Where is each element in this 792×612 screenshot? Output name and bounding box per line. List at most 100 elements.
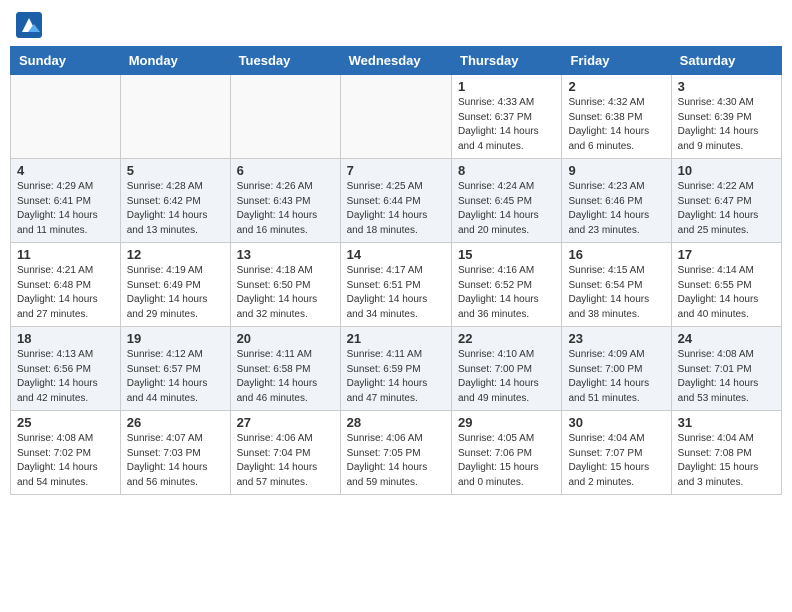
calendar-day-cell: 2 Sunrise: 4:32 AM Sunset: 6:38 PM Daylig…	[562, 75, 671, 159]
calendar-day-cell: 25 Sunrise: 4:08 AM Sunset: 7:02 PM Dayli…	[11, 411, 121, 495]
calendar-day-cell: 10Sunrise: 4:22 AM Sunset: 6:47 PM Dayli…	[671, 159, 781, 243]
day-info: Sunrise: 4:33 AM Sunset: 6:37 PM Dayligh…	[458, 96, 555, 154]
calendar-day-cell: 20Sunrise: 4:11 AM Sunset: 6:58 PM Dayli…	[230, 327, 340, 411]
calendar-day-cell	[120, 75, 230, 159]
weekday-header-thursday: Thursday	[452, 47, 562, 75]
day-number: 2	[568, 79, 664, 94]
day-number: 27	[237, 415, 334, 430]
calendar-day-cell: 3 Sunrise: 4:30 AM Sunset: 6:39 PM Daylig…	[671, 75, 781, 159]
calendar-day-cell: 9Sunrise: 4:23 AM Sunset: 6:46 PM Daylig…	[562, 159, 671, 243]
day-info: Sunrise: 4:30 AM Sunset: 6:39 PM Dayligh…	[678, 96, 775, 154]
day-number: 29	[458, 415, 555, 430]
day-info: Sunrise: 4:19 AM Sunset: 6:49 PM Dayligh…	[127, 264, 224, 322]
calendar-day-cell: 24 Sunrise: 4:08 AM Sunset: 7:01 PM Dayli…	[671, 327, 781, 411]
weekday-header-saturday: Saturday	[671, 47, 781, 75]
day-info: Sunrise: 4:24 AM Sunset: 6:45 PM Dayligh…	[458, 180, 555, 238]
calendar-day-cell: 22 Sunrise: 4:10 AM Sunset: 7:00 PM Dayli…	[452, 327, 562, 411]
day-info: Sunrise: 4:06 AM Sunset: 7:04 PM Dayligh…	[237, 432, 334, 490]
day-info: Sunrise: 4:11 AM Sunset: 6:59 PM Dayligh…	[347, 348, 445, 406]
day-info: Sunrise: 4:09 AM Sunset: 7:00 PM Dayligh…	[568, 348, 664, 406]
day-info: Sunrise: 4:06 AM Sunset: 7:05 PM Dayligh…	[347, 432, 445, 490]
day-number: 23	[568, 331, 664, 346]
day-number: 5	[127, 163, 224, 178]
day-number: 30	[568, 415, 664, 430]
calendar-day-cell: 27 Sunrise: 4:06 AM Sunset: 7:04 PM Dayli…	[230, 411, 340, 495]
day-info: Sunrise: 4:08 AM Sunset: 7:01 PM Dayligh…	[678, 348, 775, 406]
weekday-header-tuesday: Tuesday	[230, 47, 340, 75]
calendar-day-cell: 15Sunrise: 4:16 AM Sunset: 6:52 PM Dayli…	[452, 243, 562, 327]
calendar-day-cell: 8 Sunrise: 4:24 AM Sunset: 6:45 PM Daylig…	[452, 159, 562, 243]
day-info: Sunrise: 4:32 AM Sunset: 6:38 PM Dayligh…	[568, 96, 664, 154]
day-info: Sunrise: 4:22 AM Sunset: 6:47 PM Dayligh…	[678, 180, 775, 238]
calendar-day-cell: 1Sunrise: 4:33 AM Sunset: 6:37 PM Daylig…	[452, 75, 562, 159]
calendar-day-cell: 6Sunrise: 4:26 AM Sunset: 6:43 PM Daylig…	[230, 159, 340, 243]
logo	[14, 10, 48, 40]
calendar-day-cell: 14 Sunrise: 4:17 AM Sunset: 6:51 PM Dayli…	[340, 243, 451, 327]
day-number: 22	[458, 331, 555, 346]
calendar-day-cell: 29 Sunrise: 4:05 AM Sunset: 7:06 PM Dayli…	[452, 411, 562, 495]
day-info: Sunrise: 4:10 AM Sunset: 7:00 PM Dayligh…	[458, 348, 555, 406]
calendar-week-row: 11 Sunrise: 4:21 AM Sunset: 6:48 PM Dayli…	[11, 243, 782, 327]
day-number: 4	[17, 163, 114, 178]
day-info: Sunrise: 4:29 AM Sunset: 6:41 PM Dayligh…	[17, 180, 114, 238]
calendar-day-cell: 11 Sunrise: 4:21 AM Sunset: 6:48 PM Dayli…	[11, 243, 121, 327]
day-number: 15	[458, 247, 555, 262]
day-number: 12	[127, 247, 224, 262]
calendar-week-row: 1Sunrise: 4:33 AM Sunset: 6:37 PM Daylig…	[11, 75, 782, 159]
calendar-week-row: 4 Sunrise: 4:29 AM Sunset: 6:41 PM Daylig…	[11, 159, 782, 243]
day-number: 9	[568, 163, 664, 178]
calendar-day-cell: 28Sunrise: 4:06 AM Sunset: 7:05 PM Dayli…	[340, 411, 451, 495]
calendar-day-cell: 26 Sunrise: 4:07 AM Sunset: 7:03 PM Dayli…	[120, 411, 230, 495]
calendar-day-cell: 31 Sunrise: 4:04 AM Sunset: 7:08 PM Dayli…	[671, 411, 781, 495]
weekday-header-row: SundayMondayTuesdayWednesdayThursdayFrid…	[11, 47, 782, 75]
day-info: Sunrise: 4:18 AM Sunset: 6:50 PM Dayligh…	[237, 264, 334, 322]
day-number: 26	[127, 415, 224, 430]
day-info: Sunrise: 4:13 AM Sunset: 6:56 PM Dayligh…	[17, 348, 114, 406]
calendar-day-cell: 4 Sunrise: 4:29 AM Sunset: 6:41 PM Daylig…	[11, 159, 121, 243]
calendar-day-cell: 7Sunrise: 4:25 AM Sunset: 6:44 PM Daylig…	[340, 159, 451, 243]
calendar-day-cell: 16 Sunrise: 4:15 AM Sunset: 6:54 PM Dayli…	[562, 243, 671, 327]
day-info: Sunrise: 4:04 AM Sunset: 7:08 PM Dayligh…	[678, 432, 775, 490]
day-info: Sunrise: 4:21 AM Sunset: 6:48 PM Dayligh…	[17, 264, 114, 322]
weekday-header-friday: Friday	[562, 47, 671, 75]
calendar-day-cell: 17 Sunrise: 4:14 AM Sunset: 6:55 PM Dayli…	[671, 243, 781, 327]
calendar-day-cell: 21 Sunrise: 4:11 AM Sunset: 6:59 PM Dayli…	[340, 327, 451, 411]
calendar-day-cell: 5Sunrise: 4:28 AM Sunset: 6:42 PM Daylig…	[120, 159, 230, 243]
day-number: 14	[347, 247, 445, 262]
day-number: 8	[458, 163, 555, 178]
calendar-day-cell	[230, 75, 340, 159]
day-info: Sunrise: 4:26 AM Sunset: 6:43 PM Dayligh…	[237, 180, 334, 238]
calendar-week-row: 25 Sunrise: 4:08 AM Sunset: 7:02 PM Dayli…	[11, 411, 782, 495]
day-number: 16	[568, 247, 664, 262]
day-number: 24	[678, 331, 775, 346]
day-number: 18	[17, 331, 114, 346]
calendar-day-cell	[340, 75, 451, 159]
calendar-day-cell: 30 Sunrise: 4:04 AM Sunset: 7:07 PM Dayli…	[562, 411, 671, 495]
day-number: 20	[237, 331, 334, 346]
weekday-header-wednesday: Wednesday	[340, 47, 451, 75]
day-info: Sunrise: 4:17 AM Sunset: 6:51 PM Dayligh…	[347, 264, 445, 322]
calendar-table: SundayMondayTuesdayWednesdayThursdayFrid…	[10, 46, 782, 495]
day-number: 17	[678, 247, 775, 262]
day-info: Sunrise: 4:08 AM Sunset: 7:02 PM Dayligh…	[17, 432, 114, 490]
day-info: Sunrise: 4:07 AM Sunset: 7:03 PM Dayligh…	[127, 432, 224, 490]
day-number: 31	[678, 415, 775, 430]
weekday-header-monday: Monday	[120, 47, 230, 75]
day-info: Sunrise: 4:05 AM Sunset: 7:06 PM Dayligh…	[458, 432, 555, 490]
page-header	[10, 10, 782, 40]
day-number: 25	[17, 415, 114, 430]
calendar-day-cell: 18 Sunrise: 4:13 AM Sunset: 6:56 PM Dayli…	[11, 327, 121, 411]
calendar-day-cell: 13Sunrise: 4:18 AM Sunset: 6:50 PM Dayli…	[230, 243, 340, 327]
weekday-header-sunday: Sunday	[11, 47, 121, 75]
day-info: Sunrise: 4:14 AM Sunset: 6:55 PM Dayligh…	[678, 264, 775, 322]
day-number: 11	[17, 247, 114, 262]
day-number: 19	[127, 331, 224, 346]
day-number: 21	[347, 331, 445, 346]
calendar-day-cell: 23 Sunrise: 4:09 AM Sunset: 7:00 PM Dayli…	[562, 327, 671, 411]
day-info: Sunrise: 4:15 AM Sunset: 6:54 PM Dayligh…	[568, 264, 664, 322]
calendar-day-cell	[11, 75, 121, 159]
calendar-day-cell: 19Sunrise: 4:12 AM Sunset: 6:57 PM Dayli…	[120, 327, 230, 411]
day-number: 3	[678, 79, 775, 94]
day-info: Sunrise: 4:04 AM Sunset: 7:07 PM Dayligh…	[568, 432, 664, 490]
calendar-week-row: 18 Sunrise: 4:13 AM Sunset: 6:56 PM Dayli…	[11, 327, 782, 411]
